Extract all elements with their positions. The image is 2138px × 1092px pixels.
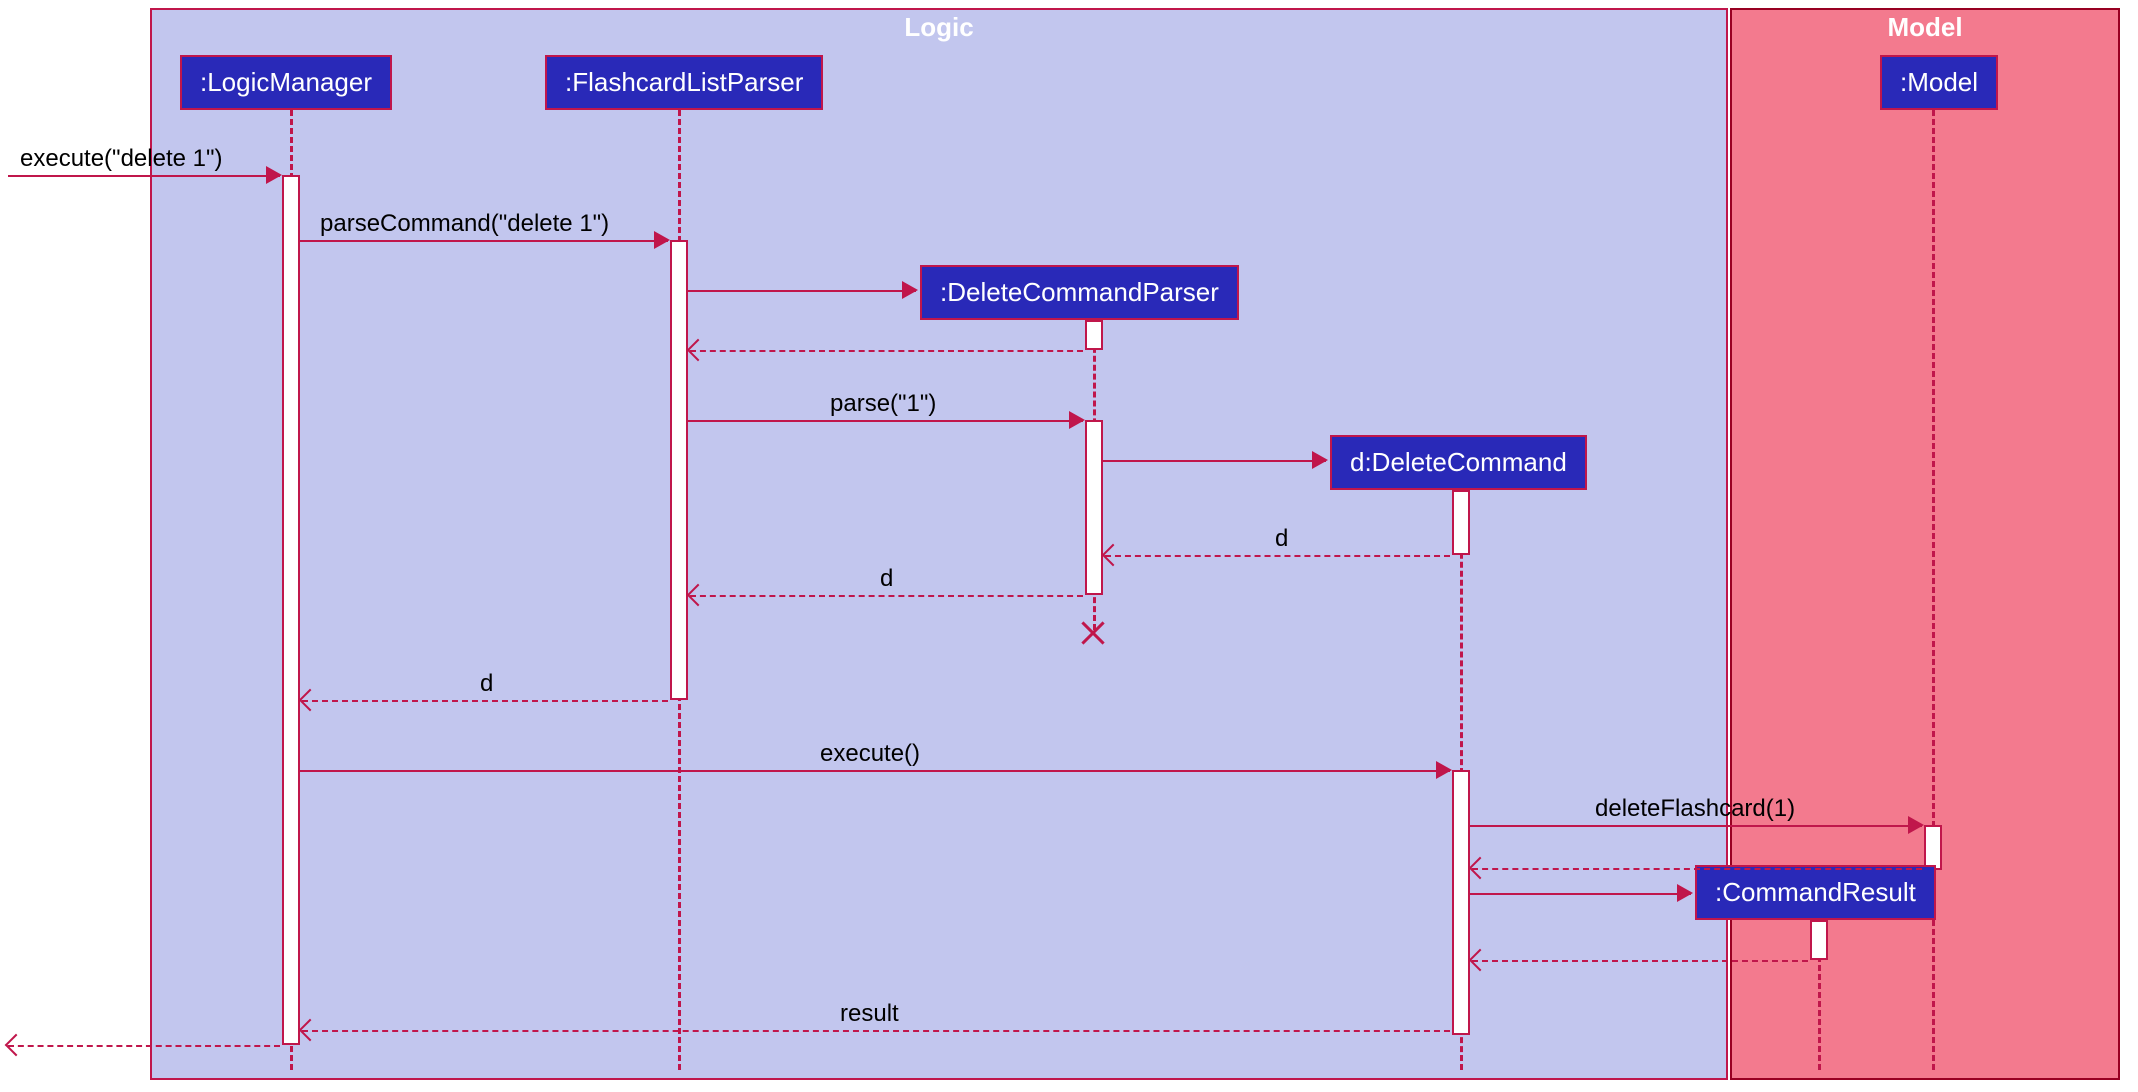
activation-logic-manager (282, 175, 300, 1045)
arrow-parse-command (654, 231, 670, 249)
participant-logic-manager: :LogicManager (180, 55, 392, 110)
label-return-d-2: d (880, 565, 893, 593)
label-execute-in: execute("delete 1") (20, 145, 223, 173)
frame-model-title: Model (1879, 10, 1970, 45)
msg-return-d-1 (1105, 555, 1450, 557)
msg-parse (688, 420, 1083, 422)
arrow-create-dcp (902, 281, 918, 299)
activation-command-result (1810, 920, 1828, 960)
lifeline-model (1932, 110, 1935, 1070)
label-delete-flashcard: deleteFlashcard(1) (1595, 795, 1795, 823)
msg-delete-flashcard (1470, 825, 1922, 827)
msg-return-result (302, 1030, 1450, 1032)
arrow-parse (1069, 411, 1085, 429)
msg-create-dc (1103, 460, 1326, 462)
label-return-d-1: d (1275, 525, 1288, 553)
arrow-execute (1436, 761, 1452, 779)
msg-return-out (8, 1045, 280, 1047)
activation-flashcard-list-parser (670, 240, 688, 700)
participant-delete-command-parser: :DeleteCommandParser (920, 265, 1239, 320)
label-parse: parse("1") (830, 390, 936, 418)
frame-logic-title: Logic (896, 10, 981, 45)
msg-return-d-2 (690, 595, 1083, 597)
arrow-create-dc (1312, 451, 1328, 469)
arrow-delete-flashcard (1908, 816, 1924, 834)
label-return-result: result (840, 1000, 899, 1028)
msg-return-d-3 (302, 700, 668, 702)
label-parse-command: parseCommand("delete 1") (320, 210, 609, 238)
activation-model (1924, 825, 1942, 870)
arrow-create-cr (1677, 884, 1693, 902)
frame-logic: Logic (150, 8, 1728, 1080)
msg-execute-in (8, 175, 280, 177)
msg-return-dcp (690, 350, 1083, 352)
msg-parse-command (300, 240, 668, 242)
participant-command-result: :CommandResult (1695, 865, 1936, 920)
arrow-execute-in (266, 166, 282, 184)
label-return-d-3: d (480, 670, 493, 698)
participant-model: :Model (1880, 55, 1998, 110)
msg-return-cr (1472, 960, 1808, 962)
participant-flashcard-list-parser: :FlashcardListParser (545, 55, 823, 110)
msg-create-cr (1470, 893, 1691, 895)
destroy-dcp-icon (1078, 618, 1108, 648)
activation-delete-command-2 (1452, 770, 1470, 1035)
activation-delete-command-parser-1 (1085, 320, 1103, 350)
msg-create-dcp (688, 290, 916, 292)
msg-execute (300, 770, 1450, 772)
activation-delete-command-1 (1452, 490, 1470, 555)
activation-delete-command-parser-2 (1085, 420, 1103, 595)
arrow-return-out (5, 1034, 28, 1057)
msg-return-model (1472, 868, 1922, 870)
label-execute: execute() (820, 740, 920, 768)
participant-delete-command: d:DeleteCommand (1330, 435, 1587, 490)
